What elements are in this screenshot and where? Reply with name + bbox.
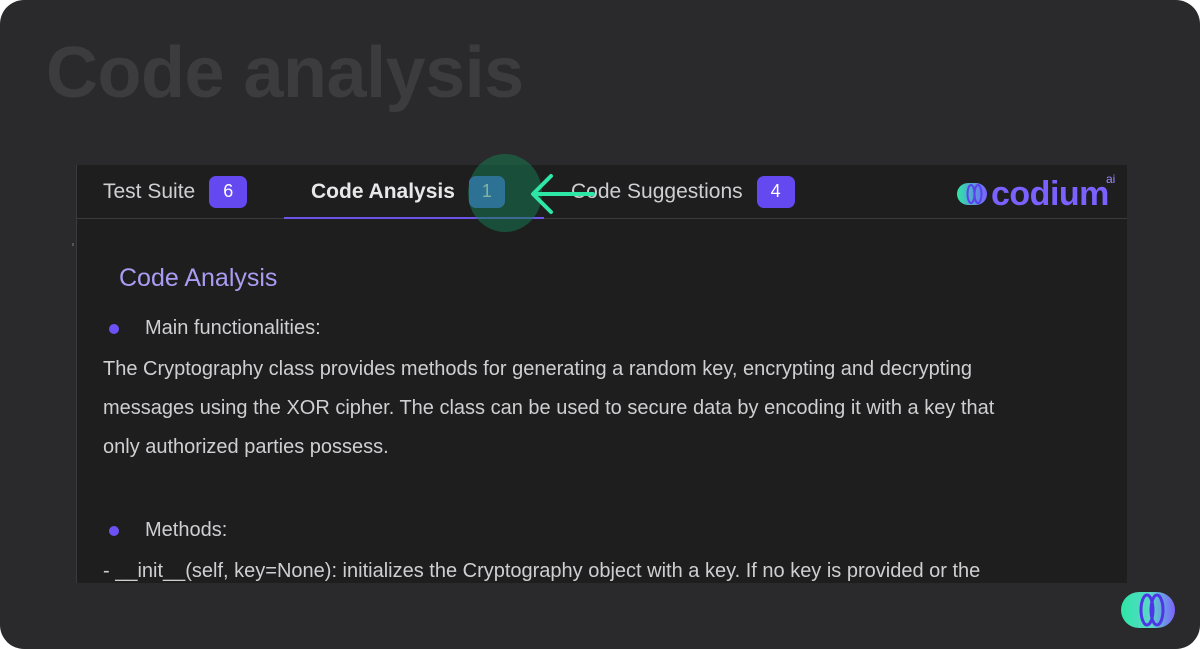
- tab-test-suite[interactable]: Test Suite 6: [103, 165, 248, 218]
- bullet-dot-icon: [109, 323, 119, 334]
- description-line: messages using the XOR cipher. The class…: [103, 397, 995, 419]
- page-title: Code analysis: [46, 33, 524, 113]
- bullet-label: Methods:: [145, 519, 228, 541]
- count-badge: 6: [209, 175, 248, 208]
- list-item: Main functionalities:: [103, 317, 321, 340]
- codium-mark-icon: [1121, 592, 1175, 628]
- tab-label: Test Suite: [103, 179, 196, 203]
- bullet-dot-icon: [109, 525, 119, 536]
- description-line: only authorized parties possess.: [103, 436, 389, 458]
- brand-suffix: ai: [1106, 172, 1116, 186]
- tab-label: Code Analysis: [311, 179, 455, 203]
- count-badge: 4: [756, 175, 795, 208]
- arrow-left-icon: [531, 174, 595, 214]
- description-line: The Cryptography class provides methods …: [103, 358, 972, 380]
- section-heading: Code Analysis: [119, 264, 278, 292]
- brand-name: codium: [991, 175, 1109, 213]
- divider-tick: [72, 243, 74, 246]
- description-line: - __init__(self, key=None): initializes …: [103, 560, 981, 582]
- tab-code-suggestions[interactable]: Code Suggestions 4: [571, 165, 795, 218]
- bullet-label: Main functionalities:: [145, 317, 321, 339]
- list-item: Methods:: [103, 519, 227, 542]
- codium-logo: codium ai: [957, 172, 1115, 214]
- codium-panel: Test Suite 6 Code Analysis 1 Code Sugges…: [76, 165, 1127, 583]
- screenshot-card: Code analysis Test Suite 6 Code Analysis…: [0, 0, 1200, 649]
- codium-logo-icon: [957, 183, 987, 205]
